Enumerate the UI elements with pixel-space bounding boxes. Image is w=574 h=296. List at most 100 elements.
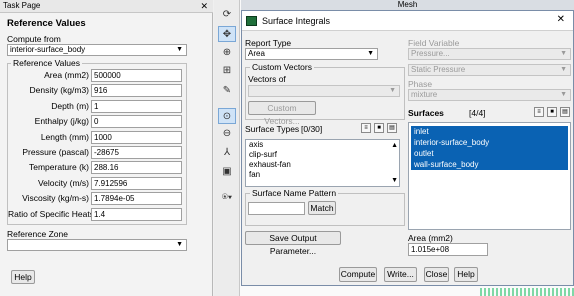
reference-field-label: Enthalpy (j/kg): [34, 116, 89, 127]
surface-item[interactable]: inlet: [411, 126, 568, 137]
reference-field-input[interactable]: 1000: [91, 130, 182, 144]
zoom-in-icon[interactable]: ⊕: [218, 45, 236, 61]
field-variable-sub-select[interactable]: Static Pressure ▼: [408, 64, 571, 76]
chevron-down-icon: ▼: [560, 50, 567, 57]
chevron-down-icon: ▼: [176, 46, 183, 53]
phase-label: Phase: [408, 79, 433, 89]
compute-from-select[interactable]: interior-surface_body ▼: [7, 44, 187, 56]
dialog-help-button[interactable]: Help: [454, 267, 478, 282]
chevron-down-icon: ▼: [560, 91, 567, 98]
reference-field-label: Ratio of Specific Heats: [8, 208, 94, 219]
surfaces-list[interactable]: inlet interior-surface_body outlet wall-sur…: [408, 122, 571, 230]
probe-icon[interactable]: ✎: [218, 83, 236, 99]
reference-field-input[interactable]: 1: [91, 99, 182, 113]
reference-field-input[interactable]: 500000: [91, 69, 182, 82]
surfaces-count: [4/4]: [469, 108, 486, 118]
clear-list-icon[interactable]: ▤: [387, 123, 397, 133]
custom-vectors-label: Custom Vectors: [250, 62, 314, 72]
field-variable-select[interactable]: Pressure... ▼: [408, 48, 571, 60]
field-variable-value: Pressure...: [411, 49, 450, 58]
chevron-down-icon: ▼: [560, 66, 567, 73]
reference-field-input[interactable]: 288.16: [91, 161, 182, 175]
fluent-app-icon: [246, 16, 257, 26]
reference-field-label: Viscosity (kg/m-s): [22, 193, 89, 204]
result-value: 1.015e+08: [408, 243, 488, 256]
reference-values-group-title: Reference Values: [11, 58, 82, 68]
result-label: Area (mm2): [408, 233, 453, 243]
zoom-fit-icon[interactable]: ⊙: [218, 108, 236, 124]
report-type-label: Report Type: [245, 38, 292, 48]
custom-vectors-button[interactable]: Custom Vectors...: [248, 101, 316, 126]
zoom-box-icon[interactable]: ⊞: [218, 63, 236, 79]
surfaces-label: Surfaces: [408, 108, 444, 118]
phase-value: mixture: [411, 90, 438, 99]
reference-field-input[interactable]: 1.7894e-05: [91, 192, 182, 206]
reference-field-label: Temperature (k): [29, 162, 89, 173]
dialog-close-icon[interactable]: ✕: [557, 14, 565, 25]
match-button[interactable]: Match: [308, 201, 336, 215]
phase-select[interactable]: mixture ▼: [408, 89, 571, 101]
select-all-icon[interactable]: ≡: [534, 107, 544, 117]
scroll-up-icon[interactable]: ▲: [391, 142, 398, 149]
surface-name-pattern-input[interactable]: [248, 202, 305, 215]
surface-types-list[interactable]: axis clip-surf exhaust-fan fan ▲ ▼: [245, 139, 400, 187]
reference-field-label: Length (mm): [40, 131, 89, 142]
reference-field-input[interactable]: 0: [91, 115, 182, 129]
report-type-value: Area: [248, 49, 265, 58]
camera-icon[interactable]: ▣: [218, 164, 236, 180]
reference-zone-select[interactable]: ▼: [7, 239, 187, 251]
task-page-panel: Task Page ✕ Reference Values Compute fro…: [0, 0, 213, 296]
reference-field-label: Area (mm2): [44, 70, 89, 80]
deselect-icon[interactable]: ■: [374, 123, 384, 133]
reference-field-label: Velocity (m/s): [37, 177, 89, 188]
write-button[interactable]: Write...: [384, 267, 417, 282]
report-type-select[interactable]: Area ▼: [245, 48, 378, 60]
help-button[interactable]: Help: [11, 270, 35, 284]
task-page-title: Task Page: [0, 0, 213, 13]
chevron-down-icon: ▼: [389, 87, 396, 94]
save-output-parameter-button[interactable]: Save Output Parameter...: [245, 231, 341, 256]
surface-types-count: [0/30]: [301, 124, 323, 134]
surface-item[interactable]: outlet: [411, 148, 568, 159]
graphics-tab-mesh[interactable]: Mesh: [241, 0, 574, 10]
chevron-down-icon: ▼: [176, 241, 183, 248]
reference-field-input[interactable]: 916: [91, 84, 182, 98]
view-dropdown-icon[interactable]: ⍟▾: [216, 190, 238, 206]
surface-integrals-dialog: Surface Integrals ✕ Report Type Area ▼ C…: [241, 10, 574, 286]
deselect-icon[interactable]: ■: [547, 107, 557, 117]
graphics-toolbar: ⟳ ✥ ⊕ ⊞ ✎ ⊙ ⊖ ⅄ ▣ ⍟▾: [214, 0, 240, 296]
reference-field-label: Density (kg/m3): [29, 85, 89, 96]
task-page-close-icon[interactable]: ✕: [200, 0, 208, 12]
close-button[interactable]: Close: [424, 267, 449, 282]
surface-item[interactable]: interior-surface_body: [411, 137, 568, 148]
axes-icon[interactable]: ⅄: [218, 145, 236, 161]
dialog-title: Surface Integrals: [242, 11, 573, 31]
surface-type-item[interactable]: axis: [246, 140, 399, 150]
select-all-icon[interactable]: ≡: [361, 123, 371, 133]
field-variable-label: Field Variable: [408, 38, 460, 48]
surface-type-item[interactable]: exhaust-fan: [246, 160, 399, 170]
zoom-out-icon[interactable]: ⊖: [218, 126, 236, 142]
surface-item[interactable]: wall-surface_body: [411, 159, 568, 170]
mesh-preview: [480, 288, 574, 296]
surface-type-item[interactable]: clip-surf: [246, 150, 399, 160]
scroll-down-icon[interactable]: ▼: [391, 177, 398, 184]
reference-field-input[interactable]: 1.4: [91, 207, 182, 221]
reference-field-input[interactable]: 7.912596: [91, 176, 182, 190]
surface-name-pattern-label: Surface Name Pattern: [250, 188, 339, 198]
chevron-down-icon: ▼: [367, 50, 374, 57]
reference-field-input[interactable]: -28675: [91, 146, 182, 159]
reference-field-label: Pressure (pascal): [22, 147, 89, 157]
compute-button[interactable]: Compute: [339, 267, 377, 282]
vectors-of-select[interactable]: ▼: [248, 85, 400, 97]
surface-type-item[interactable]: fan: [246, 170, 399, 180]
field-variable-sub-value: Static Pressure: [411, 65, 466, 74]
clear-list-icon[interactable]: ▤: [560, 107, 570, 117]
pan-icon[interactable]: ✥: [218, 26, 236, 42]
vectors-of-label: Vectors of: [248, 74, 286, 84]
compute-from-value: interior-surface_body: [10, 45, 86, 54]
surface-types-label: Surface Types: [245, 124, 300, 134]
rotate-icon[interactable]: ⟳: [218, 7, 236, 23]
reference-values-heading: Reference Values: [7, 18, 86, 29]
reference-zone-label: Reference Zone: [7, 229, 68, 239]
